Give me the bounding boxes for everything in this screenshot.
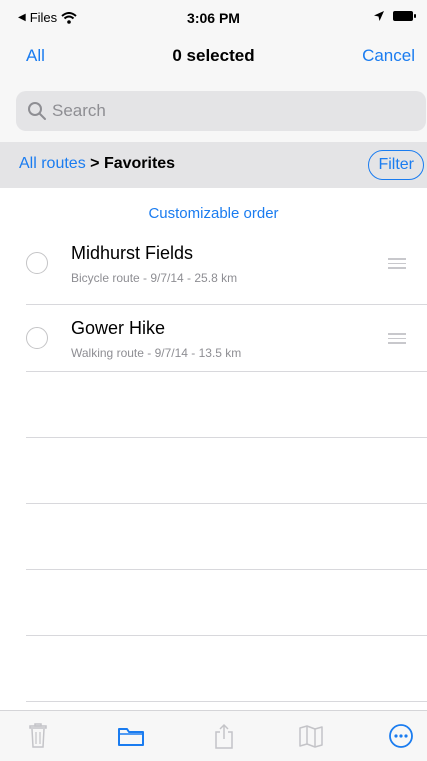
customizable-order-button[interactable]: Customizable order	[0, 205, 427, 222]
route-subtitle: Bicycle route - 9/7/14 - 25.8 km	[71, 271, 238, 285]
route-title: Gower Hike	[71, 318, 166, 338]
route-subtitle: Walking route - 9/7/14 - 13.5 km	[71, 346, 242, 360]
filter-button[interactable]: Filter	[368, 150, 424, 180]
breadcrumb: All routes > Favorites Filter	[0, 142, 427, 188]
map-icon[interactable]	[298, 723, 324, 749]
reorder-handle-icon[interactable]	[388, 333, 406, 347]
search-placeholder: Search	[52, 101, 106, 120]
row-separator	[26, 635, 427, 636]
row-separator	[26, 569, 427, 570]
search-input[interactable]: Search	[16, 91, 426, 131]
navigation-bar: All 0 selected Cancel	[0, 36, 427, 80]
route-title: Midhurst Fields	[71, 243, 194, 263]
location-arrow-icon	[374, 11, 384, 21]
search-icon	[28, 102, 46, 120]
row-separator	[26, 503, 427, 504]
status-bar: ◀ Files 3:06 PM	[0, 0, 427, 36]
breadcrumb-root-link[interactable]: All routes	[19, 155, 86, 172]
route-row[interactable]: Midhurst Fields Bicycle route - 9/7/14 -…	[0, 230, 427, 296]
row-separator	[26, 437, 427, 438]
row-separator	[26, 371, 427, 372]
search-area: Search	[0, 80, 427, 142]
share-icon[interactable]	[211, 723, 237, 749]
bottom-toolbar	[0, 710, 427, 761]
battery-icon	[393, 11, 416, 21]
breadcrumb-current: Favorites	[103, 155, 176, 172]
row-separator	[26, 701, 427, 702]
cancel-button[interactable]: Cancel	[362, 46, 415, 66]
folder-icon[interactable]	[117, 723, 145, 749]
more-icon[interactable]	[388, 723, 414, 749]
reorder-handle-icon[interactable]	[388, 258, 406, 272]
select-radio[interactable]	[26, 327, 48, 349]
status-time: 3:06 PM	[187, 10, 240, 26]
select-all-button[interactable]: All	[26, 46, 45, 66]
trash-icon[interactable]	[25, 723, 51, 749]
select-radio[interactable]	[26, 252, 48, 274]
breadcrumb-separator: >	[85, 155, 104, 172]
route-row[interactable]: Gower Hike Walking route - 9/7/14 - 13.5…	[0, 305, 427, 371]
